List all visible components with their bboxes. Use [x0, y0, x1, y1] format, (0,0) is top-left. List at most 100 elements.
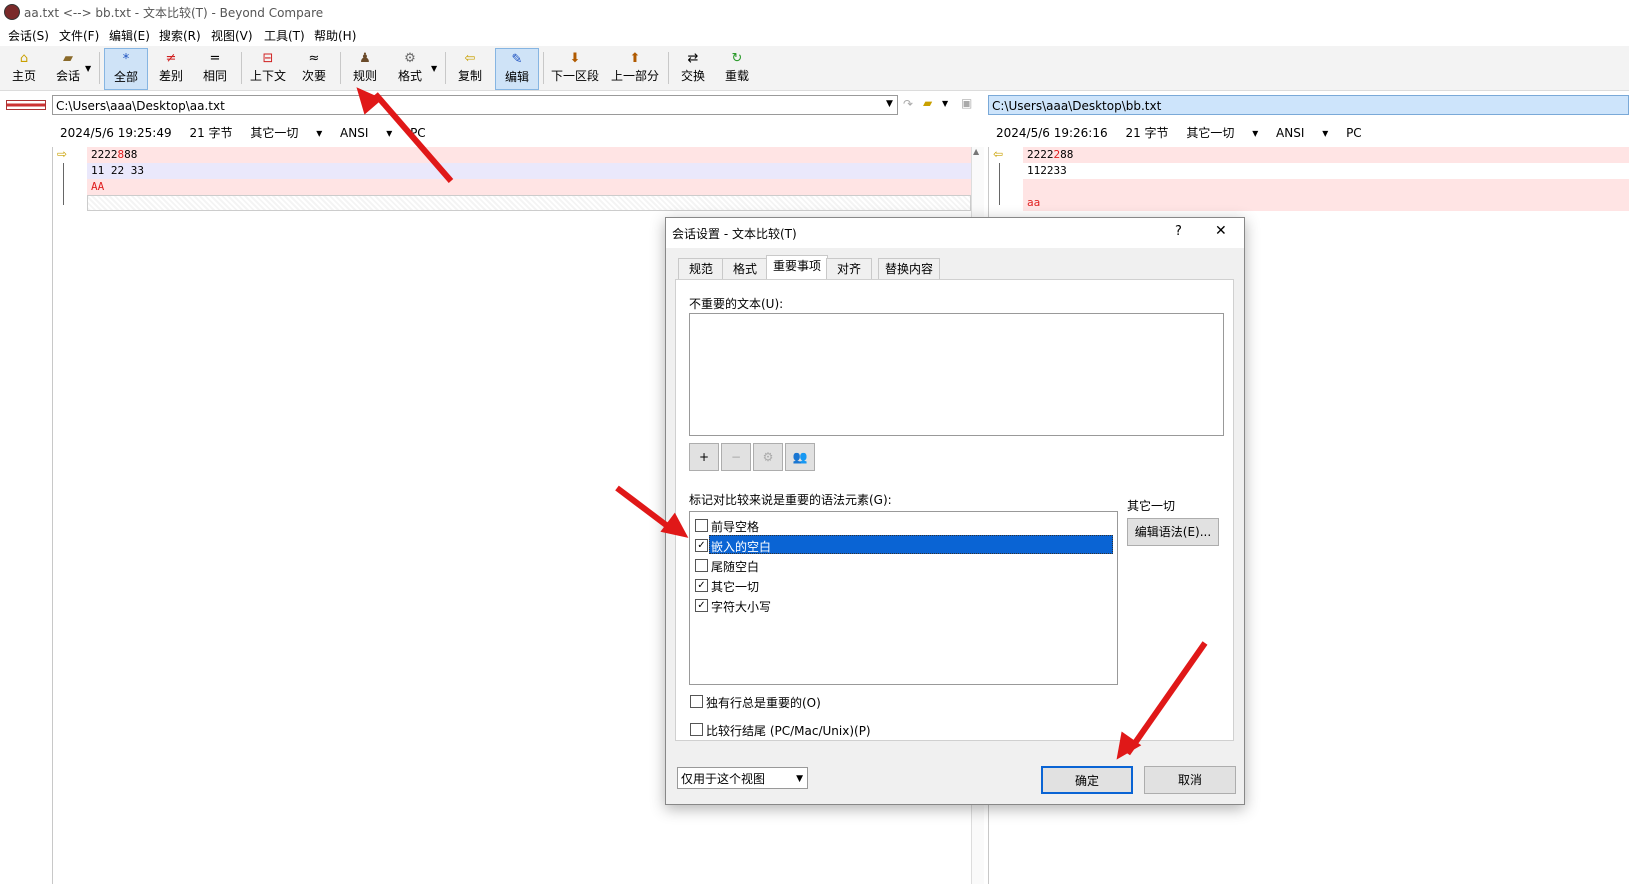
chevron-down-icon[interactable]: ▼ [431, 64, 437, 73]
grammar-label: 标记对比较来说是重要的语法元素(G): [689, 493, 892, 507]
group-button[interactable]: 👥 [785, 443, 815, 471]
left-path-input[interactable]: C:\Users\aaa\Desktop\aa.txt [52, 95, 898, 115]
add-button[interactable]: + [689, 443, 719, 471]
menu-file[interactable]: 文件(F) [59, 27, 99, 44]
context-icon: ⊟ [262, 51, 274, 66]
left-rule-select[interactable]: 其它一切 ▾ [250, 126, 322, 140]
remove-button[interactable]: − [721, 443, 751, 471]
swap-path-icon[interactable]: ↷ [903, 97, 913, 111]
checkbox[interactable] [695, 559, 708, 572]
eol-label: 比较行结尾 (PC/Mac/Unix)(P) [706, 724, 871, 738]
arrow-right-icon: ⇨ [57, 147, 68, 161]
dialog-title: 会话设置 - 文本比较(T) [672, 227, 797, 241]
show-same-button[interactable]: = 相同 [195, 48, 235, 88]
session-button[interactable]: ▰ 会话 [48, 48, 88, 88]
prev-section-button[interactable]: ⬆ 上一部分 [608, 48, 662, 88]
grammar-list[interactable]: 前导空格 ✓ 嵌入的空白 尾随空白 ✓ 其它一切 ✓ 字符大小写 [689, 511, 1118, 685]
menu-session[interactable]: 会话(S) [8, 27, 49, 44]
show-all-button[interactable]: * 全部 [104, 48, 148, 90]
right-encoding-select[interactable]: ANSI ▾ [1276, 126, 1328, 140]
context-button[interactable]: ⊟ 上下文 [246, 48, 290, 88]
right-info-bar: 2024/5/6 19:26:16 21 字节 其它一切 ▾ ANSI ▾ PC [996, 124, 1376, 141]
toolbar-separator [543, 52, 544, 84]
unimportant-label: 不重要的文本(U): [689, 297, 784, 311]
referee-icon: ♟ [359, 51, 371, 66]
left-info-bar: 2024/5/6 19:25:49 21 字节 其它一切 ▾ ANSI ▾ PC [60, 124, 440, 141]
home-icon: ⌂ [19, 51, 29, 66]
swap-button[interactable]: ⇄ 交换 [673, 48, 713, 88]
pane-indicator-icon [6, 100, 46, 110]
menu-edit[interactable]: 编辑(E) [109, 27, 150, 44]
menu-tools[interactable]: 工具(T) [264, 27, 305, 44]
menu-help[interactable]: 帮助(H) [314, 27, 356, 44]
gutter-line [63, 163, 64, 205]
right-rule-select[interactable]: 其它一切 ▾ [1186, 126, 1258, 140]
chevron-down-icon[interactable]: ▼ [886, 99, 893, 109]
left-size: 21 字节 [189, 126, 233, 140]
unimportant-text-list[interactable] [689, 313, 1224, 436]
cancel-button[interactable]: 取消 [1144, 766, 1236, 794]
scope-select[interactable]: 仅用于这个视图 ▼ [677, 767, 808, 789]
list-item[interactable]: ✓ 嵌入的空白 [693, 535, 1113, 554]
left-line-1: 2222888 [87, 147, 971, 163]
home-button[interactable]: ⌂ 主页 [6, 48, 42, 88]
list-item[interactable]: 尾随空白 [693, 555, 1113, 574]
chevron-down-icon[interactable]: ▼ [942, 99, 948, 108]
reload-button[interactable]: ↻ 重载 [717, 48, 757, 88]
menu-view[interactable]: 视图(V) [211, 27, 253, 44]
window-title: aa.txt <--> bb.txt - 文本比较(T) - Beyond Co… [24, 6, 324, 20]
menu-search[interactable]: 搜索(R) [159, 27, 201, 44]
arrow-up-icon: ⬆ [629, 51, 641, 66]
menu-bar: 会话(S) 文件(F) 编辑(E) 搜索(R) 视图(V) 工具(T) 帮助(H… [0, 24, 1629, 44]
ok-button[interactable]: 确定 [1041, 766, 1133, 794]
minor-button[interactable]: ≈ 次要 [294, 48, 334, 88]
copy-button[interactable]: ⇦ 复制 [450, 48, 490, 88]
folder-icon[interactable]: ▰ [923, 96, 932, 110]
eol-checkbox[interactable] [690, 723, 703, 736]
chevron-up-icon[interactable]: ▲ [973, 147, 979, 156]
equals-icon: = [209, 51, 221, 66]
list-item[interactable]: 前导空格 [693, 515, 1113, 534]
list-item[interactable]: ✓ 其它一切 [693, 575, 1113, 594]
settings-button[interactable]: ⚙ [753, 443, 783, 471]
right-line-2: 112233 [1027, 164, 1067, 177]
checkbox[interactable]: ✓ [695, 579, 708, 592]
edit-button[interactable]: ✎ 编辑 [495, 48, 539, 90]
checkbox[interactable] [695, 519, 708, 532]
right-line-3 [1023, 179, 1629, 195]
toolbar: ⌂ 主页 ▰ 会话 ▼ * 全部 ≠ 差别 = 相同 ⊟ 上下文 ≈ 次要 ♟ … [0, 46, 1629, 91]
format-icon: ⚙ [404, 51, 416, 66]
arrow-left-icon: ⇦ [464, 51, 476, 66]
orphan-label: 独有行总是重要的(O) [706, 696, 821, 710]
chevron-down-icon[interactable]: ▼ [85, 64, 91, 73]
checkbox[interactable]: ✓ [695, 599, 708, 612]
list-item[interactable]: ✓ 字符大小写 [693, 595, 1113, 614]
app-icon [4, 4, 20, 20]
checkbox[interactable]: ✓ [695, 539, 708, 552]
arrow-down-icon: ⬇ [569, 51, 581, 66]
edit-grammar-button[interactable]: 编辑语法(E)... [1127, 518, 1219, 546]
grammar-category-label: 其它一切 [1127, 499, 1176, 513]
tab-spec[interactable]: 规范 [678, 258, 724, 279]
close-icon[interactable]: ✕ [1215, 223, 1227, 239]
left-encoding-select[interactable]: ANSI ▾ [340, 126, 392, 140]
right-path-input[interactable]: C:\Users\aaa\Desktop\bb.txt [988, 95, 1629, 115]
tab-importance[interactable]: 重要事项 [766, 255, 828, 280]
arrow-left-icon: ⇦ [993, 147, 1004, 161]
tab-format[interactable]: 格式 [722, 258, 768, 279]
not-equal-icon: ≠ [165, 51, 177, 66]
left-timestamp: 2024/5/6 19:25:49 [60, 126, 172, 140]
save-icon[interactable]: ▣ [961, 96, 972, 110]
right-eol: PC [1346, 126, 1362, 140]
chevron-down-icon: ▼ [796, 774, 803, 784]
help-button[interactable]: ? [1175, 224, 1182, 239]
toolbar-separator [340, 52, 341, 84]
orphan-checkbox[interactable] [690, 695, 703, 708]
gutter-line [999, 163, 1000, 205]
tab-align[interactable]: 对齐 [826, 258, 872, 279]
next-section-button[interactable]: ⬇ 下一区段 [548, 48, 602, 88]
format-button[interactable]: ⚙ 格式 [390, 48, 430, 88]
edit-icon: ✎ [511, 52, 523, 67]
tab-replace[interactable]: 替换内容 [878, 258, 940, 279]
show-diffs-button[interactable]: ≠ 差别 [151, 48, 191, 88]
